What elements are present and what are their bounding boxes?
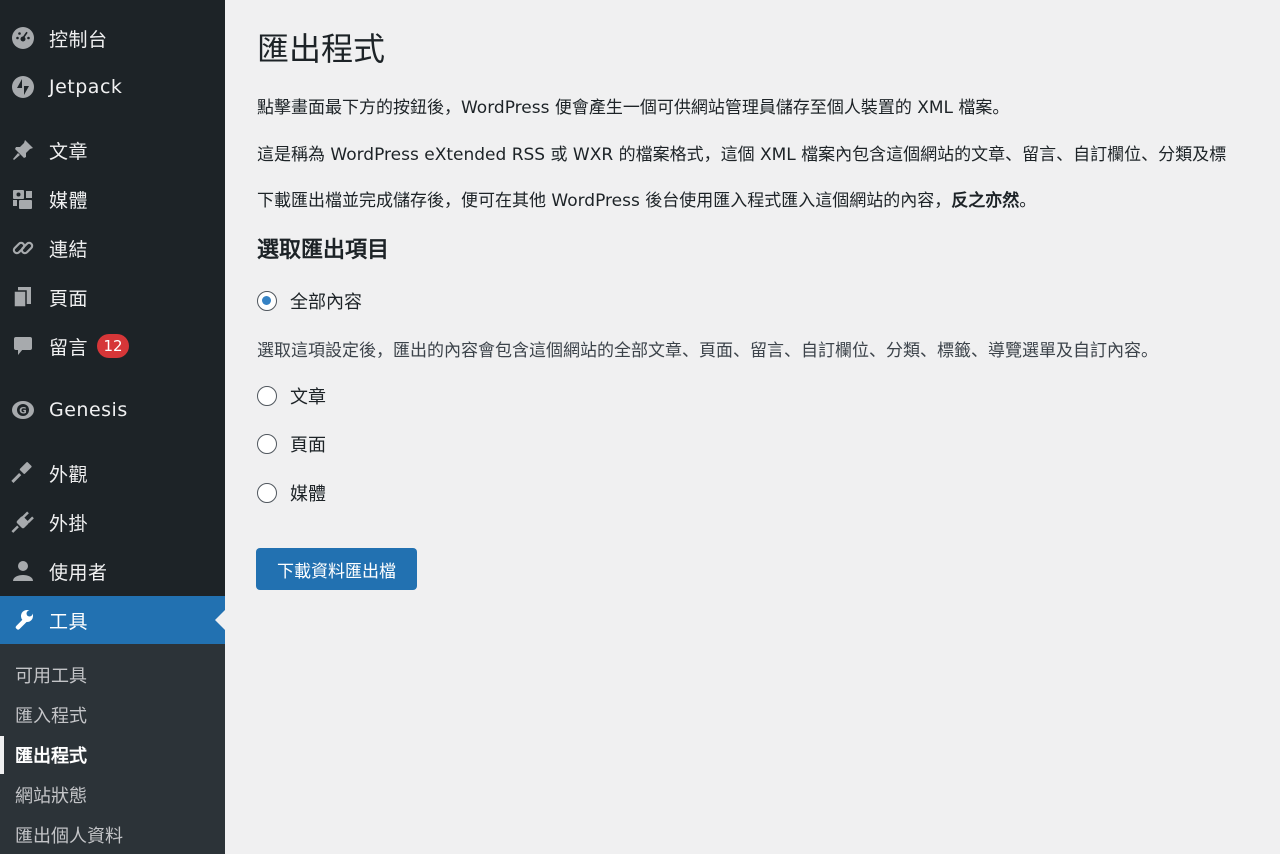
link-icon <box>10 236 36 260</box>
menu-item-pages[interactable]: 頁面 <box>0 273 225 321</box>
submenu-export[interactable]: 匯出程式 <box>15 742 87 768</box>
radio-media[interactable]: 媒體 <box>257 481 326 505</box>
main-content: 匯出程式 點擊畫面最下方的按鈕後，WordPress 便會產生一個可供網站管理員… <box>225 0 1280 854</box>
comments-count-badge: 12 <box>97 334 129 358</box>
menu-label-dashboard: 控制台 <box>49 28 108 51</box>
tools-submenu: 可用工具 匯入程式 匯出程式 網站狀態 匯出個人資料 <box>0 644 225 854</box>
svg-text:G: G <box>19 407 26 417</box>
menu-label-comments: 留言 <box>49 336 89 359</box>
radio-media-label: 媒體 <box>290 484 326 505</box>
submenu-site-health[interactable]: 網站狀態 <box>15 782 87 808</box>
submenu-import[interactable]: 匯入程式 <box>15 702 87 728</box>
radio-all-content-label: 全部內容 <box>290 292 362 313</box>
radio-posts-label: 文章 <box>290 387 326 408</box>
intro-paragraph-2: 這是稱為 WordPress eXtended RSS 或 WXR 的檔案格式，… <box>257 145 1227 165</box>
radio-pages[interactable]: 頁面 <box>257 432 326 456</box>
radio-all-content[interactable]: 全部內容 <box>257 289 362 313</box>
genesis-icon: G <box>10 398 36 422</box>
menu-item-posts[interactable]: 文章 <box>0 126 225 174</box>
radio-posts-input[interactable] <box>257 386 277 406</box>
intro-paragraph-3: 下載匯出檔並完成儲存後，便可在其他 WordPress 後台使用匯入程式匯入這個… <box>257 186 1036 211</box>
intro-paragraph-3-text: 下載匯出檔並完成儲存後，便可在其他 WordPress 後台使用匯入程式匯入這個… <box>257 191 952 211</box>
current-submenu-indicator <box>0 736 4 774</box>
intro-paragraph-3-bold: 反之亦然 <box>951 191 1020 211</box>
menu-label-users: 使用者 <box>49 561 108 584</box>
section-title: 選取匯出項目 <box>257 238 390 263</box>
appearance-icon <box>10 461 36 485</box>
radio-pages-input[interactable] <box>257 434 277 454</box>
radio-posts[interactable]: 文章 <box>257 384 326 408</box>
menu-item-media[interactable]: 媒體 <box>0 175 225 223</box>
intro-paragraph-3-end: 。 <box>1019 191 1037 211</box>
menu-label-genesis: Genesis <box>49 399 128 421</box>
radio-pages-label: 頁面 <box>290 435 326 456</box>
plugins-icon <box>10 510 36 534</box>
menu-item-genesis[interactable]: G Genesis <box>0 386 225 434</box>
pin-icon <box>10 138 36 162</box>
users-icon <box>10 559 36 583</box>
menu-label-posts: 文章 <box>49 140 89 163</box>
submenu-export-personal-data[interactable]: 匯出個人資料 <box>15 822 123 848</box>
comments-icon <box>10 334 36 358</box>
page-title: 匯出程式 <box>257 30 386 68</box>
menu-label-links: 連結 <box>49 238 89 261</box>
pages-icon <box>10 285 36 309</box>
radio-media-input[interactable] <box>257 483 277 503</box>
jetpack-icon <box>10 75 36 99</box>
menu-item-jetpack[interactable]: Jetpack <box>0 63 225 111</box>
menu-label-plugins: 外掛 <box>49 512 89 535</box>
media-icon <box>10 187 36 211</box>
menu-item-dashboard[interactable]: 控制台 <box>0 14 225 62</box>
download-export-file-button[interactable]: 下載資料匯出檔 <box>256 548 417 590</box>
menu-label-tools: 工具 <box>49 610 89 633</box>
menu-item-plugins[interactable]: 外掛 <box>0 498 225 546</box>
submenu-available-tools[interactable]: 可用工具 <box>15 662 87 688</box>
wrench-icon <box>10 608 36 632</box>
intro-paragraph-1: 點擊畫面最下方的按鈕後，WordPress 便會產生一個可供網站管理員儲存至個人… <box>257 98 1010 118</box>
all-content-description: 選取這項設定後，匯出的內容會包含這個網站的全部文章、頁面、留言、自訂欄位、分類、… <box>257 341 1158 361</box>
menu-item-appearance[interactable]: 外觀 <box>0 449 225 497</box>
menu-item-tools[interactable]: 工具 <box>0 596 225 644</box>
menu-label-pages: 頁面 <box>49 287 89 310</box>
menu-label-appearance: 外觀 <box>49 463 89 486</box>
menu-label-jetpack: Jetpack <box>49 76 123 98</box>
admin-sidebar: 控制台 Jetpack 文章 媒體 連結 頁面 留言 12 G Genesis … <box>0 0 225 854</box>
menu-label-media: 媒體 <box>49 189 89 212</box>
dashboard-icon <box>10 26 36 50</box>
radio-all-content-input[interactable] <box>257 291 277 311</box>
menu-item-links[interactable]: 連結 <box>0 224 225 272</box>
menu-item-comments[interactable]: 留言 12 <box>0 322 225 370</box>
menu-item-users[interactable]: 使用者 <box>0 547 225 595</box>
